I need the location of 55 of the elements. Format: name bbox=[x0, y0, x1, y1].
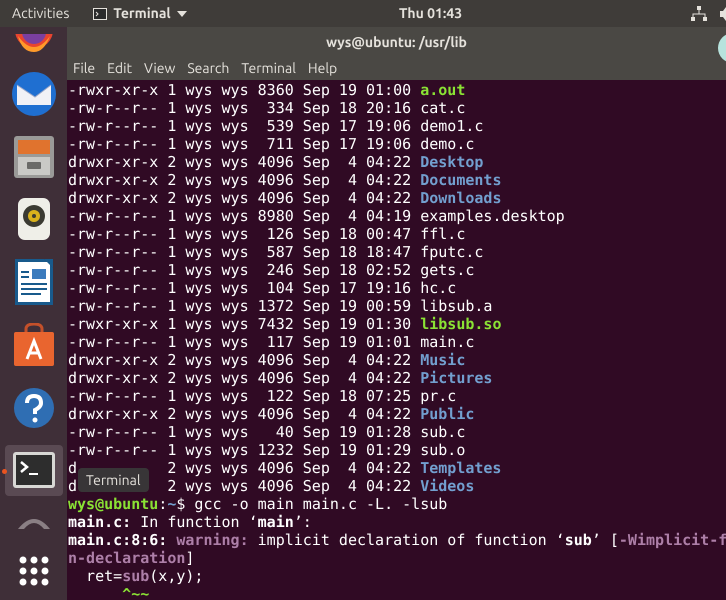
terminal-line: -rwxr-xr-x 1 wys wys 8360 Sep 19 01:00 a.out bbox=[68, 81, 466, 99]
terminal-line: -rw-r--r-- 1 wys wys 587 Sep 18 18:47 fputc.c bbox=[68, 243, 484, 261]
terminal-line: main.c: In function ‘main’: bbox=[68, 513, 312, 531]
terminal-line: -rw-r--r-- 1 wys wys 117 Sep 19 01:01 main.c bbox=[68, 333, 474, 351]
menu-item[interactable]: Terminal bbox=[241, 58, 296, 79]
network-icon[interactable] bbox=[691, 6, 707, 22]
app-grid-icon bbox=[18, 556, 48, 586]
speaker-icon[interactable] bbox=[720, 6, 726, 20]
terminal-line: -rw-r--r-- 1 wys wys 8980 Sep 4 04:19 examples.desktop bbox=[68, 207, 565, 225]
terminal-line: drwxr-xr-x 2 wys wys 4096 Sep 4 04:22 Pictures bbox=[68, 369, 492, 387]
terminal-line: -rwxr-xr-x 1 wys wys 7432 Sep 19 01:30 libsub.so bbox=[68, 315, 502, 333]
terminal-text: d bbox=[68, 459, 78, 477]
terminal-line: -rw-r--r-- 1 wys wys 246 Sep 18 02:52 gets.c bbox=[68, 261, 474, 279]
mail-icon bbox=[10, 70, 56, 117]
shopping-bag-icon bbox=[12, 322, 54, 367]
menu-item[interactable]: Edit bbox=[107, 58, 132, 79]
terminal-line: drwxr-xr-x 2 wys wys 4096 Sep 4 04:22 Music bbox=[68, 351, 466, 369]
terminal-line: ret=sub(x,y); bbox=[85, 567, 204, 585]
speaker-icon bbox=[16, 197, 50, 242]
terminal-line: wys@ubuntu:~$ gcc -o main main.c -L. -lsub bbox=[68, 495, 448, 513]
terminal-text: 2 wys wys 4096 Sep 4 04:22 Videos bbox=[167, 477, 474, 495]
terminal-line: n-declaration] bbox=[68, 549, 194, 567]
terminal-line: drwxr-xr-x 2 wys wys 4096 Sep 4 04:22 Downloads bbox=[68, 189, 502, 207]
terminal-line: -rw-r--r-- 1 wys wys 122 Sep 18 07:25 pr.c bbox=[68, 387, 456, 405]
help-icon bbox=[12, 386, 54, 429]
terminal-line: drwxr-xr-x 2 wys wys 4096 Sep 4 04:22 Public bbox=[68, 405, 474, 423]
terminal-line: -rw-r--r-- 1 wys wys 104 Sep 17 19:16 hc.c bbox=[68, 279, 456, 297]
terminal-line: -rw-r--r-- 1 wys wys 1372 Sep 19 00:59 libsub.a bbox=[68, 297, 492, 315]
caret-icon bbox=[176, 10, 187, 16]
terminal-line: drwxr-xr-x 2 wys wys 4096 Sep 4 04:22 Documents bbox=[68, 171, 502, 189]
tooltip: Terminal bbox=[78, 468, 148, 492]
app-menu[interactable]: Terminal bbox=[93, 3, 187, 24]
terminal-line: -rw-r--r-- 1 wys wys 126 Sep 18 00:47 ffl.c bbox=[68, 225, 466, 243]
terminal-line: main.c:8:6: warning: implicit declaration of function ‘sub’ [-Wimplicit-f bbox=[68, 531, 726, 549]
terminal-line: -rw-r--r-- 1 wys wys 539 Sep 17 19:06 demo1.c bbox=[68, 117, 484, 135]
clock[interactable]: Thu 01:43 bbox=[399, 3, 462, 24]
terminal-line: -rw-r--r-- 1 wys wys 334 Sep 18 20:16 cat.c bbox=[68, 99, 466, 117]
window-title: wys@ubuntu: /usr/lib bbox=[326, 32, 467, 52]
terminal-icon bbox=[12, 451, 56, 490]
terminal-icon bbox=[93, 8, 108, 20]
terminal-text: d bbox=[68, 477, 78, 495]
file-cabinet-icon bbox=[12, 134, 54, 178]
terminal-text: 2 wys wys 4096 Sep 4 04:22 Templates bbox=[167, 459, 502, 477]
terminal-line: -rw-r--r-- 1 wys wys 711 Sep 17 19:06 demo.c bbox=[68, 135, 474, 153]
menu-item[interactable]: Search bbox=[187, 58, 230, 79]
terminal-line: -rw-r--r-- 1 wys wys 1232 Sep 19 01:29 sub.o bbox=[68, 441, 466, 459]
menu-item[interactable]: File bbox=[73, 58, 96, 79]
menu-item[interactable]: View bbox=[144, 58, 176, 79]
terminal-line: drwxr-xr-x 2 wys wys 4096 Sep 4 04:22 Desktop bbox=[68, 153, 484, 171]
activities-button[interactable]: Activities bbox=[12, 3, 70, 24]
menu-item[interactable]: Help bbox=[308, 58, 338, 79]
document-icon bbox=[14, 258, 54, 306]
terminal-line: -rw-r--r-- 1 wys wys 40 Sep 19 01:28 sub.c bbox=[68, 423, 466, 441]
terminal-line: ^~~ bbox=[121, 585, 150, 600]
dock-item[interactable] bbox=[4, 445, 62, 496]
